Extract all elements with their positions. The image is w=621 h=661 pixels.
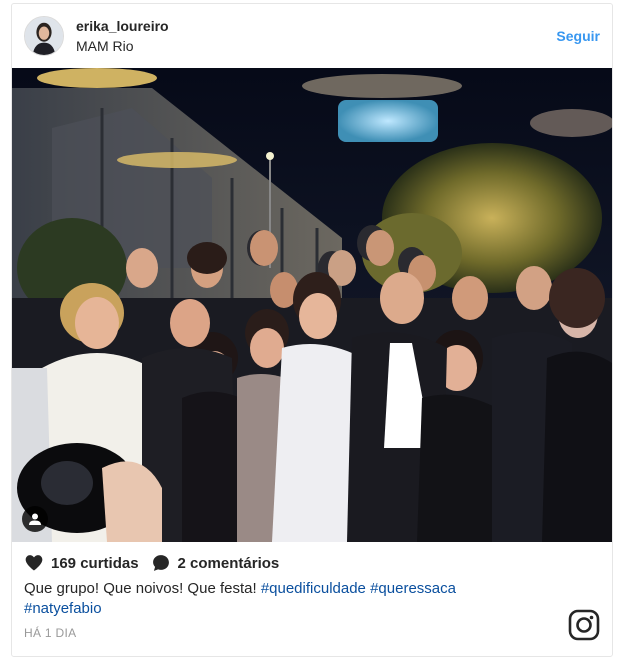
- post-header: erika_loureiro MAM Rio Seguir: [12, 4, 612, 68]
- avatar[interactable]: [24, 16, 64, 56]
- user-tag-icon[interactable]: [22, 506, 48, 532]
- party-photo-illustration: [12, 68, 612, 542]
- post-photo[interactable]: [12, 68, 612, 542]
- username[interactable]: erika_loureiro: [76, 18, 169, 34]
- post-timestamp: HÁ 1 DIA: [24, 626, 77, 640]
- hashtag-link[interactable]: #queressaca: [370, 580, 456, 597]
- comment-icon: [152, 555, 169, 571]
- likes-button[interactable]: 169 curtidas: [24, 553, 139, 573]
- heart-icon: [25, 555, 43, 571]
- post-caption: Que grupo! Que noivos! Que festa! #quedi…: [24, 579, 584, 619]
- hashtag-link[interactable]: #natyefabio: [24, 600, 102, 617]
- comments-button[interactable]: 2 comentários: [151, 553, 280, 573]
- post-actions: 169 curtidas 2 comentários: [24, 552, 279, 574]
- follow-button[interactable]: Seguir: [556, 28, 600, 44]
- instagram-icon[interactable]: [568, 609, 600, 641]
- location-link[interactable]: MAM Rio: [76, 38, 134, 54]
- caption-text: Que grupo! Que noivos! Que festa!: [24, 580, 257, 597]
- hashtag-link[interactable]: #quedificuldade: [261, 580, 366, 597]
- likes-count: 169 curtidas: [51, 554, 139, 572]
- instagram-post-card: erika_loureiro MAM Rio Seguir 169 curtid…: [11, 3, 613, 657]
- comments-count: 2 comentários: [177, 554, 280, 572]
